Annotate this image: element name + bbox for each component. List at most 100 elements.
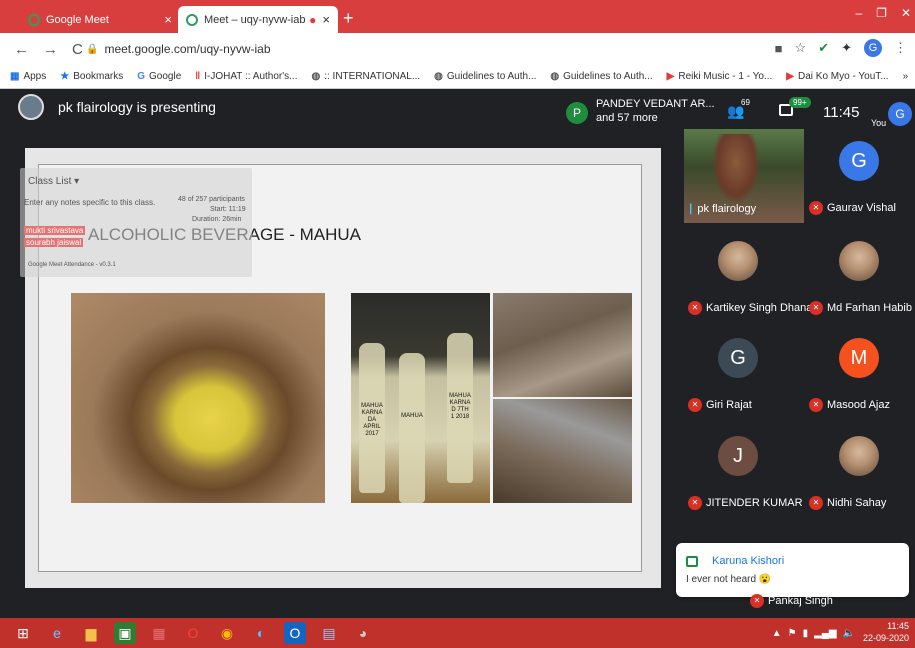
distilling-photo (493, 293, 632, 397)
you-label: You (871, 118, 887, 128)
globe-icon: ◍ (311, 71, 321, 82)
new-tab-button[interactable]: + (343, 8, 354, 29)
bookmark-item[interactable]: ◍ Guidelines to Auth... (434, 71, 536, 82)
pinned-more-line: and 57 more (596, 112, 658, 124)
participant-name-row: ✕ Gaurav Vishal (809, 201, 896, 215)
bookmark-item[interactable]: ★ Bookmarks (60, 71, 123, 82)
edge-icon[interactable]: ◐ (250, 622, 272, 644)
minimize-button[interactable]: – (855, 6, 862, 20)
bookmark-label: Dai Ko Myo - YouT... (797, 71, 889, 82)
participant-tile[interactable]: ✕ Md Farhan Habib Khan (805, 229, 915, 319)
chat-message: I ever not heard 😮 (686, 574, 772, 585)
chat-message-icon (686, 556, 698, 567)
participant-tile[interactable]: M ✕ Masood Ajaz (805, 326, 915, 416)
menu-kebab-icon[interactable]: ⋮ (894, 40, 907, 56)
tab-meet-call[interactable]: Meet – uqy-nyvw-iab ● × (178, 6, 338, 33)
extension-icons: ■ ☆ ✔ ✦ G ⋮ (775, 39, 907, 57)
camera-icon[interactable]: ■ (775, 41, 783, 56)
app-icon[interactable]: ▦ (148, 622, 170, 644)
bookmark-item[interactable]: ◍:: INTERNATIONAL... (311, 71, 420, 82)
mahua-flowers-photo (71, 293, 325, 503)
profile-avatar[interactable]: G (864, 39, 882, 57)
participant-tile-partial: ✕ Pankaj Singh (750, 594, 833, 608)
outlook-icon[interactable]: O (284, 622, 306, 644)
bookmark-item[interactable]: ◍ Guidelines to Auth... (550, 71, 652, 82)
bookmark-label: Bookmarks (73, 71, 124, 82)
mic-off-icon: ✕ (809, 201, 823, 215)
restore-button[interactable]: ❐ (876, 6, 887, 20)
forward-button[interactable]: → (43, 41, 58, 58)
photos-icon[interactable]: ▤ (318, 622, 340, 644)
paint-icon[interactable]: ◕ (352, 622, 374, 644)
participant-name-row: ✕ Nidhi Sahay (809, 496, 886, 510)
store-icon[interactable]: ▣ (114, 622, 136, 644)
bookmark-label: I-JOHAT :: Author's... (204, 71, 298, 82)
check-extension-icon[interactable]: ✔ (818, 40, 829, 56)
youtube-icon: ▶ (786, 71, 794, 82)
bookmark-label: Apps (23, 71, 47, 82)
mic-off-icon: ✕ (809, 301, 823, 315)
opera-icon[interactable]: O (182, 622, 204, 644)
system-clock[interactable]: 11:45 22-09-2020 (863, 620, 909, 644)
chat-badge: 99+ (789, 97, 811, 108)
participant-tile[interactable]: ✕ Kartikey Singh Dhanai (684, 229, 815, 319)
tray-up-icon[interactable]: ▲ (772, 628, 782, 639)
participant-avatar: G (839, 141, 879, 181)
mahua-bottles-photo: MAHUA KARNA DA APRIL 2017 MAHUA MAHUA KA… (351, 293, 490, 503)
url-text: meet.google.com/uqy-nyvw-iab (104, 42, 271, 56)
mic-off-icon: ✕ (750, 594, 764, 608)
file-explorer-icon[interactable]: ▆ (80, 622, 102, 644)
signal-icon[interactable]: ▂▄▆ (814, 628, 836, 639)
participant-tile[interactable]: G ✕ Gaurav Vishal (805, 129, 915, 219)
bookmark-item[interactable]: ▶ Reiki Music - 1 - Yo... (667, 71, 773, 82)
participant-name-row: ✕ JITENDER KUMAR (688, 496, 803, 510)
window-controls: – ❐ ✕ (855, 6, 911, 20)
meet-clock: 11:45 (823, 104, 860, 121)
reload-button[interactable]: C (72, 41, 83, 58)
participant-tile[interactable]: G ✕ Giri Rajat (684, 326, 794, 416)
pinned-avatar: P (566, 102, 588, 124)
puzzle-extension-icon[interactable]: ✦ (841, 40, 852, 56)
back-button[interactable]: ← (14, 41, 29, 58)
participant-tile[interactable]: J ✕ JITENDER KUMAR (684, 424, 803, 514)
participant-tile[interactable]: ┃ pk flairology (684, 129, 794, 219)
chrome-icon[interactable]: ◉ (216, 622, 238, 644)
bottle-label: MAHUA KARNA DA APRIL 2017 (361, 403, 383, 437)
internet-explorer-icon[interactable]: e (46, 622, 68, 644)
bookmark-item[interactable]: ▶ Dai Ko Myo - YouT... (786, 71, 888, 82)
bookmark-item[interactable]: ‖ I-JOHAT :: Author's... (195, 71, 297, 82)
self-avatar[interactable]: G (888, 102, 912, 126)
bookmark-item[interactable]: ▦ Apps (10, 71, 46, 82)
close-window-button[interactable]: ✕ (901, 6, 911, 20)
participant-name-row: ✕ Masood Ajaz (809, 398, 890, 412)
chat-notification[interactable] (676, 543, 909, 597)
volume-icon[interactable]: 🔈 (843, 628, 855, 639)
globe-icon: ◍ (550, 71, 560, 82)
close-tab-icon[interactable]: × (164, 12, 172, 27)
extension-footer: Google Meet Attendance - v0.3.1 (28, 262, 116, 268)
pinned-name-line: PANDEY VEDANT AR... (596, 98, 715, 110)
bookmarks-overflow-button[interactable]: » (903, 71, 909, 82)
url-input[interactable]: 🔒 meet.google.com/uqy-nyvw-iab (86, 38, 776, 60)
meet-favicon-icon (186, 13, 198, 26)
class-list-dropdown[interactable]: Class List ▾ (28, 176, 79, 187)
tab-google-meet[interactable]: Google Meet × (20, 6, 180, 33)
windows-start-icon[interactable]: ⊞ (12, 622, 34, 644)
bookmark-star-icon[interactable]: ☆ (795, 40, 807, 56)
participant-name: Masood Ajaz (827, 399, 890, 411)
pinned-participant-name[interactable]: PANDEY VEDANT AR... and 57 more (596, 97, 715, 125)
participant-tile[interactable]: ✕ Nidhi Sahay (805, 424, 915, 514)
duration: Duration: 26min (192, 216, 242, 223)
battery-icon[interactable]: ▮ (803, 628, 809, 639)
close-tab-icon[interactable]: × (322, 12, 330, 27)
attendance-extension-panel[interactable]: Class List ▾ Enter any notes specific to… (20, 168, 252, 277)
bookmark-item[interactable]: G Google (137, 71, 181, 82)
participant-photo (839, 436, 879, 476)
participant-photo (718, 241, 758, 281)
presenter-banner: pk flairology is presenting (0, 89, 555, 125)
globe-icon: ◍ (434, 71, 443, 82)
tab-title: Meet – uqy-nyvw-iab (204, 13, 306, 26)
notes-field[interactable]: Enter any notes specific to this class. (24, 198, 155, 207)
flag-icon[interactable]: ⚑ (788, 628, 797, 639)
bookmarks-bar: ▦ Apps ★ Bookmarks G Google ‖ I-JOHAT :: Author… (0, 65, 915, 89)
